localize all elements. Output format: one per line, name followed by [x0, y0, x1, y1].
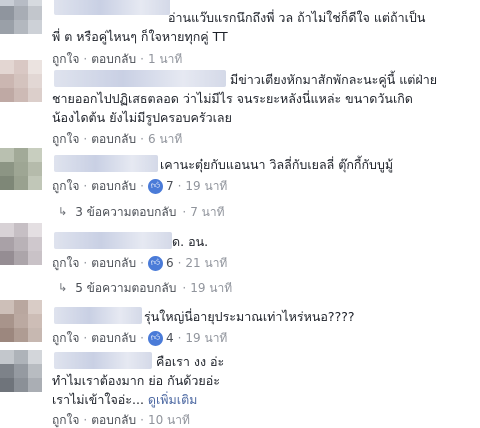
timestamp[interactable]: 19 นาที — [185, 178, 227, 194]
avatar[interactable] — [0, 148, 42, 190]
comment-actions: ถูกใจ · ตอบกลับ · 10 นาที — [52, 412, 190, 428]
reaction-count[interactable]: 👍︎ 6 — [147, 255, 174, 271]
separator-dot: · — [177, 179, 182, 193]
comment-text-body: คือเรา งง อ่ะ ทำไมเราต้องมาก ย่อ กันด้วย… — [52, 354, 225, 407]
comment-actions: ถูกใจ · ตอบกลับ · 1 นาที — [52, 51, 182, 67]
timestamp[interactable]: 19 นาที — [185, 330, 227, 346]
like-link[interactable]: ถูกใจ — [52, 330, 79, 346]
like-link[interactable]: ถูกใจ — [52, 255, 79, 271]
timestamp[interactable]: 1 นาที — [148, 51, 182, 67]
comment-actions: ถูกใจ · ตอบกลับ · 👍︎ 7 · 19 นาที — [52, 178, 227, 194]
reply-link[interactable]: ตอบกลับ — [91, 131, 136, 147]
reply-timestamp: 7 นาที — [190, 205, 225, 219]
separator-dot: · — [83, 179, 88, 193]
separator-dot: · — [177, 256, 182, 270]
thumbs-up-icon: 👍︎ — [147, 178, 163, 194]
avatar[interactable] — [0, 300, 42, 342]
view-replies[interactable]: ↳ 5 ข้อความตอบกลับ · 19 นาที — [58, 280, 232, 296]
comment-actions: ถูกใจ · ตอบกลับ · 👍︎ 6 · 21 นาที — [52, 255, 227, 271]
comment-actions: ถูกใจ · ตอบกลับ · 👍︎ 4 · 19 นาที — [52, 330, 227, 346]
comment-text: รุ่นใหญ่นี่อายุประมาณเท่าไหร่หนอ???? — [144, 309, 355, 324]
replies-count-link[interactable]: 5 ข้อความตอบกลับ — [75, 280, 176, 296]
reaction-count[interactable]: 👍︎ 4 — [147, 330, 174, 346]
reaction-number: 7 — [165, 179, 174, 193]
reply-link[interactable]: ตอบกลับ — [91, 178, 136, 194]
like-link[interactable]: ถูกใจ — [52, 51, 79, 67]
thumbs-up-icon: 👍︎ — [147, 330, 163, 346]
reply-link[interactable]: ตอบกลับ — [91, 51, 136, 67]
view-replies[interactable]: ↳ 3 ข้อความตอบกลับ · 7 นาที — [58, 204, 225, 220]
reply-link[interactable]: ตอบกลับ — [91, 255, 136, 271]
avatar[interactable] — [0, 0, 42, 34]
separator-dot: · — [140, 179, 144, 193]
avatar[interactable] — [0, 223, 42, 265]
reply-link[interactable]: ตอบกลับ — [91, 330, 136, 346]
avatar[interactable] — [0, 350, 42, 392]
separator-dot: · — [140, 52, 144, 66]
timestamp[interactable]: 21 นาที — [185, 255, 227, 271]
reply-arrow-icon: ↳ — [58, 205, 68, 218]
separator-dot: · — [83, 413, 88, 427]
avatar[interactable] — [0, 60, 42, 102]
separator-dot: · — [140, 132, 144, 146]
reply-timestamp: 19 นาที — [190, 281, 233, 295]
like-link[interactable]: ถูกใจ — [52, 178, 79, 194]
like-link[interactable]: ถูกใจ — [52, 412, 79, 428]
reaction-count[interactable]: 👍︎ 7 — [147, 178, 174, 194]
comment-text: อ่านแว๊บแรกนึกถึงพี่ วล ถ้าไม่ใช่ก็ดีใจ … — [52, 10, 426, 44]
comment-text: เคานะตุ๋ยกับแอนนา วิลลี่กับเยลลี่ ตุ๊กกี… — [160, 157, 394, 172]
separator-dot: · — [83, 331, 88, 345]
reply-arrow-icon: ↳ — [58, 281, 68, 294]
separator-dot: · — [182, 281, 187, 295]
see-more-link[interactable]: ดูเพิ่มเติม — [148, 392, 198, 407]
reply-link[interactable]: ตอบกลับ — [91, 412, 136, 428]
separator-dot: · — [140, 256, 144, 270]
separator-dot: · — [83, 256, 88, 270]
comment-text: คือเรา งง อ่ะ ทำไมเราต้องมาก ย่อ กันด้วย… — [52, 352, 466, 409]
replies-count-link[interactable]: 3 ข้อความตอบกลับ — [75, 204, 176, 220]
comment-actions: ถูกใจ · ตอบกลับ · 6 นาที — [52, 131, 182, 147]
thumbs-up-icon: 👍︎ — [147, 255, 163, 271]
reaction-number: 4 — [165, 331, 174, 345]
separator-dot: · — [140, 413, 144, 427]
like-link[interactable]: ถูกใจ — [52, 131, 79, 147]
separator-dot: · — [83, 132, 88, 146]
timestamp[interactable]: 10 นาที — [148, 412, 190, 428]
timestamp[interactable]: 6 นาที — [148, 131, 182, 147]
separator-dot: · — [177, 331, 182, 345]
comment-text: มีข่าวเตียงหักมาสักพักละนะคู่นี้ แต่ฝ่าย… — [52, 72, 438, 125]
separator-dot: · — [182, 205, 187, 219]
separator-dot: · — [83, 52, 88, 66]
reaction-number: 6 — [165, 256, 174, 270]
separator-dot: · — [140, 331, 144, 345]
comment-text: ด. อน. — [172, 234, 209, 249]
